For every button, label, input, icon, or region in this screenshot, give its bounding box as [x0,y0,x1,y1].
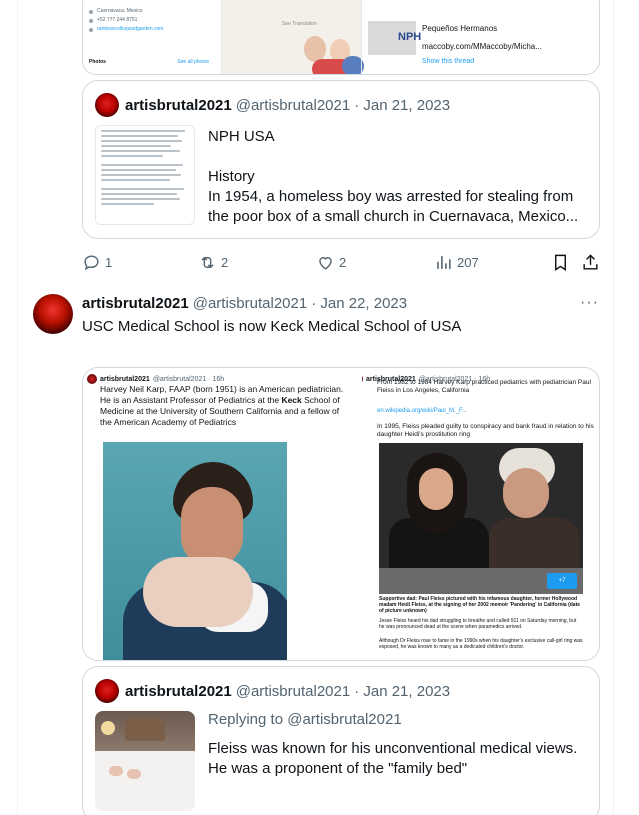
see-all-photos-link[interactable]: See all photos [177,59,209,65]
views-icon [437,255,451,269]
gallery-badge: +7 [547,573,577,589]
bookmark-icon [555,254,566,271]
previous-tweet-media[interactable]: Cuernavaca, Mexico +52 777 244 8751 rain… [82,0,600,75]
like-button[interactable]: 2 [316,250,346,274]
quoted-text: Fleiss was known for his unconventional … [208,740,578,777]
retweet-icon [201,256,214,268]
tweet-date[interactable]: · Jan 21, 2023 [354,683,450,700]
avatar[interactable] [95,679,119,703]
translation-caption: See Translation [282,21,317,27]
fleiss-photo: +7 [379,443,583,594]
nph-logo-thumbnail: NPH [368,21,421,55]
doctor-with-baby-photo [103,442,287,660]
share-button[interactable] [581,250,604,274]
wikipedia-link: en.wikipedia.org/wiki/Paul_M._F... [377,408,468,414]
show-thread-link[interactable]: Show this thread [422,58,474,65]
phone-icon [89,18,93,23]
thread-preview[interactable]: NPH Pequeños Hermanos maccoby.com/MMacco… [361,0,599,74]
avatar [362,374,363,384]
tweet-header: artisbrutal2021 @artisbrutal2021 · Jan 2… [82,295,407,312]
views-count: 207 [457,254,479,270]
thread-title: Pequeños Hermanos [422,24,498,33]
retweet-count: 2 [221,254,229,270]
website-link[interactable]: rainbowcolloquiodgarden.com [97,25,163,34]
reply-button[interactable]: 1 [82,250,112,274]
author-handle[interactable]: @artisbrutal2021 [236,683,350,700]
tweet-text: USC Medical School is now Keck Medical S… [82,318,462,335]
address-line: Cuernavaca, Mexico [97,8,143,14]
avatar [87,374,97,384]
screenshot-author: artisbrutal2021 [100,375,150,383]
author-name[interactable]: artisbrutal2021 [125,683,232,700]
tweet-date[interactable]: · Jan 21, 2023 [354,97,450,114]
screenshot-handle: @artisbrutal2021 · 16h [152,375,225,383]
bookmark-button[interactable] [551,250,574,274]
tweet-date[interactable]: · Jan 22, 2023 [311,295,407,312]
author-name[interactable]: artisbrutal2021 [125,97,232,114]
globe-icon [89,27,93,32]
quoted-tweet[interactable]: artisbrutal2021 @artisbrutal2021 · Jan 2… [82,666,600,815]
thread-url[interactable]: maccoby.com/MMaccoby/Micha... [422,42,542,51]
phone-line: +52 777 244 8751 [97,17,138,23]
screenshot-text-4: Although Dr Fleiss rose to fame in the 1… [379,638,583,650]
screenshot-text: Harvey Neil Karp, FAAP (born 1951) is an… [100,384,344,427]
replying-to[interactable]: Replying to @artisbrutal2021 [208,711,402,728]
share-icon [583,253,598,270]
views-button[interactable]: 207 [434,250,479,274]
photos-label: Photos [89,59,106,65]
quoted-tweet-header: artisbrutal2021 @artisbrutal2021 · Jan 2… [95,679,450,703]
tweet-media[interactable]: artisbrutal2021 @artisbrutal2021 · 16h H… [82,367,600,661]
media-image-right[interactable]: artisbrutal2021 @artisbrutal2021 · 16h F… [362,368,599,660]
business-info-panel: Cuernavaca, Mexico +52 777 244 8751 rain… [83,0,221,74]
more-icon[interactable]: ··· [580,294,599,312]
avatar[interactable] [33,294,73,334]
author-handle[interactable]: @artisbrutal2021 [193,295,307,312]
document-thumbnail[interactable] [95,125,195,225]
quoted-tweet-header: artisbrutal2021 @artisbrutal2021 · Jan 2… [95,93,450,117]
screenshot-text-2: In 1995, Fleiss pleaded guilty to conspi… [377,423,594,438]
quoted-subtitle: History [208,168,255,185]
quoted-tweet[interactable]: artisbrutal2021 @artisbrutal2021 · Jan 2… [82,80,600,239]
quoted-text: In 1954, a homeless boy was arrested for… [208,188,579,225]
screenshot-text: From 1982 to 1984 Harvey Karp practiced … [377,379,591,394]
reply-count: 1 [105,254,113,270]
retweet-button[interactable]: 2 [198,250,228,274]
bedroom-photo[interactable] [95,711,195,811]
location-icon [89,9,93,14]
author-name[interactable]: artisbrutal2021 [82,295,189,312]
media-image-left[interactable]: artisbrutal2021 @artisbrutal2021 · 16h H… [83,368,360,660]
like-count: 2 [339,254,347,270]
author-handle[interactable]: @artisbrutal2021 [236,97,350,114]
photo-caption: Supportive dad: Paul Fleiss pictured wit… [379,596,581,614]
children-photo: See Translation [221,0,364,74]
avatar[interactable] [95,93,119,117]
tweet-actions: 1 2 2 207 [82,250,600,274]
quoted-title: NPH USA [208,128,275,145]
reply-icon [84,254,99,270]
like-icon [319,256,332,270]
screenshot-text-3: Jesse Fleiss heard his dad struggling to… [379,618,577,630]
